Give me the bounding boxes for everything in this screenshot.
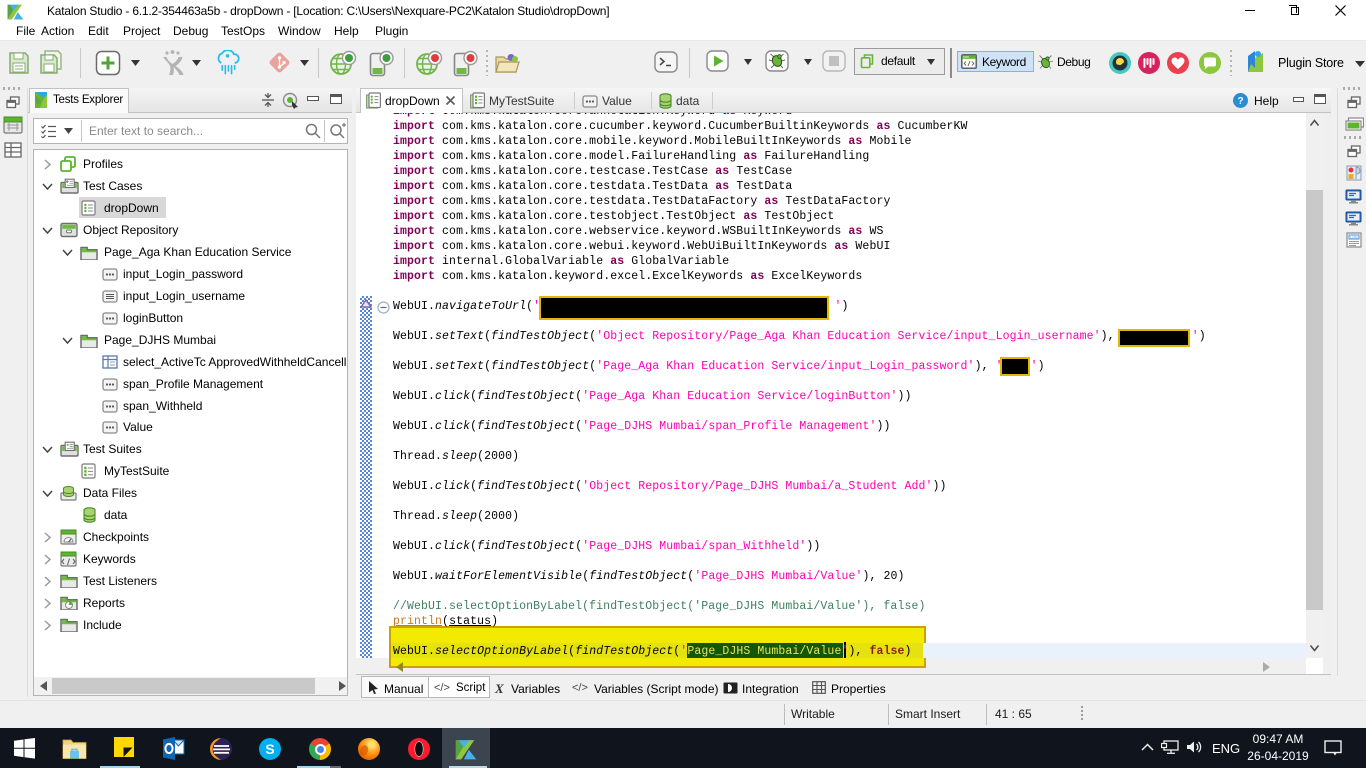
svg-text:S: S xyxy=(265,741,274,757)
svg-text:?: ? xyxy=(1237,96,1243,107)
svg-text:LOG: LOG xyxy=(1350,236,1358,240)
